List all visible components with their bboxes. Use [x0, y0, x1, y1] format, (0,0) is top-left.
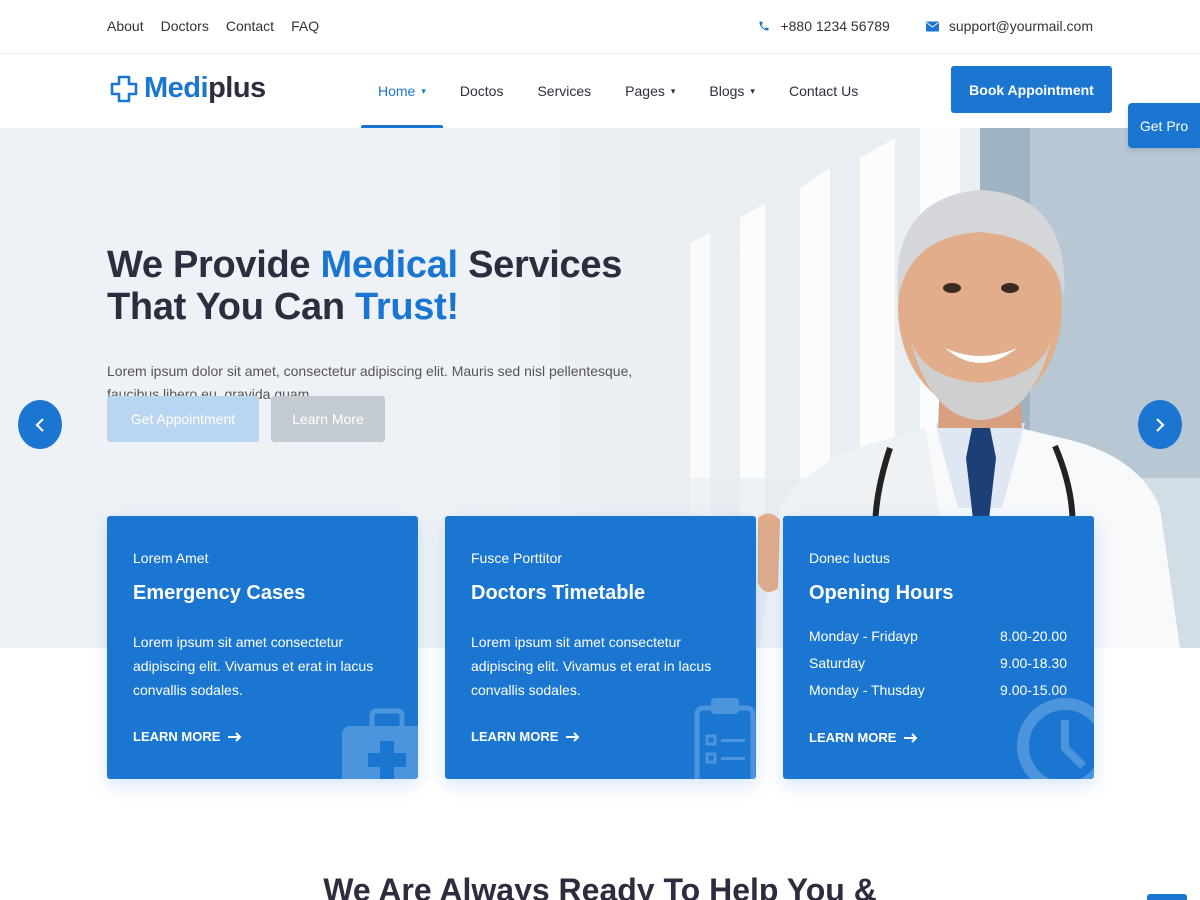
scroll-top-button[interactable]	[1147, 894, 1187, 900]
phone-number[interactable]: +880 1234 56789	[780, 18, 889, 34]
learn-more-label: LEARN MORE	[471, 729, 559, 744]
card-kicker: Lorem Amet	[133, 550, 209, 566]
hours-day: Saturday	[809, 655, 866, 671]
chevron-down-icon: ▾	[670, 85, 676, 96]
slider-next-button[interactable]	[1138, 400, 1182, 449]
section-title: We Are Always Ready To Help You &	[323, 872, 877, 900]
get-pro-button[interactable]: Get Pro	[1128, 103, 1200, 148]
nav-services-label: Services	[537, 83, 592, 99]
card-title: Doctors Timetable	[471, 582, 646, 604]
hours-row: Saturday 9.00-18.30	[809, 655, 1067, 682]
nav-blogs[interactable]: Blogs ▾	[692, 54, 772, 128]
card-description: Lorem ipsum sit amet consectetur adipisc…	[133, 634, 374, 698]
hours-time: 9.00-15.00	[1000, 682, 1067, 698]
top-link-about[interactable]: About	[107, 18, 144, 34]
card-learn-more-link[interactable]: LEARN MORE	[133, 729, 242, 744]
phone-icon	[758, 20, 770, 32]
chevron-down-icon: ▾	[421, 85, 426, 96]
top-link-doctors[interactable]: Doctors	[161, 18, 209, 34]
logo-cross-icon	[110, 75, 138, 102]
nav-home-label: Home	[378, 83, 416, 99]
nav-home[interactable]: Home ▾	[361, 54, 443, 128]
headline-part: We Provide	[107, 244, 321, 286]
top-bar: About Doctors Contact FAQ +880 1234 5678…	[0, 0, 1200, 54]
card-kicker: Fusce Porttitor	[471, 550, 563, 566]
book-appointment-button[interactable]: Book Appointment	[951, 66, 1112, 113]
medical-kit-icon	[342, 708, 418, 779]
clipboard-icon	[694, 698, 756, 779]
hours-row: Monday - Fridayp 8.00-20.00	[809, 628, 1067, 655]
card-title: Opening Hours	[809, 582, 954, 604]
nav-services[interactable]: Services	[520, 54, 608, 128]
learn-more-label: LEARN MORE	[133, 729, 221, 744]
chevron-down-icon: ▾	[750, 85, 755, 96]
card-learn-more-link[interactable]: LEARN MORE	[809, 730, 918, 745]
nav-pages[interactable]: Pages ▾	[608, 54, 692, 128]
get-appointment-button[interactable]: Get Appointment	[107, 396, 259, 442]
top-links: About Doctors Contact FAQ	[107, 18, 319, 34]
top-link-contact[interactable]: Contact	[226, 18, 274, 34]
chevron-right-icon	[1156, 417, 1165, 432]
arrow-right-icon	[228, 731, 242, 742]
learn-more-button[interactable]: Learn More	[271, 396, 385, 442]
headline-part: Services	[457, 244, 623, 286]
arrow-right-icon	[904, 732, 918, 743]
hours-time: 9.00-18.30	[1000, 655, 1067, 671]
nav-blogs-label: Blogs	[709, 83, 745, 99]
feature-card-timetable: Fusce Porttitor Doctors Timetable Lorem …	[445, 516, 756, 779]
logo-text-plus: plus	[208, 72, 266, 104]
headline-highlight: Medical	[320, 244, 459, 286]
email-address[interactable]: support@yourmail.com	[949, 18, 1093, 34]
hours-day: Monday - Fridayp	[809, 628, 918, 644]
headline-highlight: Trust!	[355, 286, 459, 328]
hours-row: Monday - Thusday 9.00-15.00	[809, 682, 1067, 709]
nav-contact-label: Contact Us	[788, 83, 859, 99]
nav-pages-label: Pages	[625, 83, 665, 99]
feature-card-emergency: Lorem Amet Emergency Cases Lorem ipsum s…	[107, 516, 418, 779]
chevron-left-icon	[35, 417, 44, 432]
hours-day: Monday - Thusday	[809, 682, 925, 698]
card-kicker: Donec luctus	[809, 550, 890, 566]
card-description: Lorem ipsum sit amet consectetur adipisc…	[471, 634, 712, 698]
main-header: Mediplus Home ▾ Doctos Services Pages ▾ Bl…	[0, 54, 1200, 128]
headline-part: That You Can	[107, 286, 356, 328]
site-logo[interactable]: Mediplus	[110, 72, 266, 105]
card-learn-more-link[interactable]: LEARN MORE	[471, 729, 580, 744]
mail-icon	[925, 21, 939, 32]
feature-card-hours: Donec luctus Opening Hours Monday - Frid…	[783, 516, 1094, 779]
main-nav: Home ▾ Doctos Services Pages ▾ Blogs ▾ Cont…	[361, 54, 875, 128]
arrow-right-icon	[566, 731, 580, 742]
hero-headline: We Provide Medical Services That You Can…	[107, 244, 622, 328]
card-title: Emergency Cases	[133, 582, 306, 604]
logo-text-medi: Medi	[144, 72, 209, 104]
nav-doctors[interactable]: Doctos	[443, 54, 521, 128]
slider-prev-button[interactable]	[18, 400, 62, 449]
nav-doctors-label: Doctos	[459, 83, 504, 99]
nav-contact-us[interactable]: Contact Us	[772, 54, 875, 128]
opening-hours-list: Monday - Fridayp 8.00-20.00 Saturday 9.00-…	[809, 628, 1067, 709]
top-link-faq[interactable]: FAQ	[291, 18, 319, 34]
learn-more-label: LEARN MORE	[809, 730, 897, 745]
top-contact: +880 1234 56789 support@yourmail.com	[758, 18, 1093, 34]
hours-time: 8.00-20.00	[1000, 628, 1067, 644]
